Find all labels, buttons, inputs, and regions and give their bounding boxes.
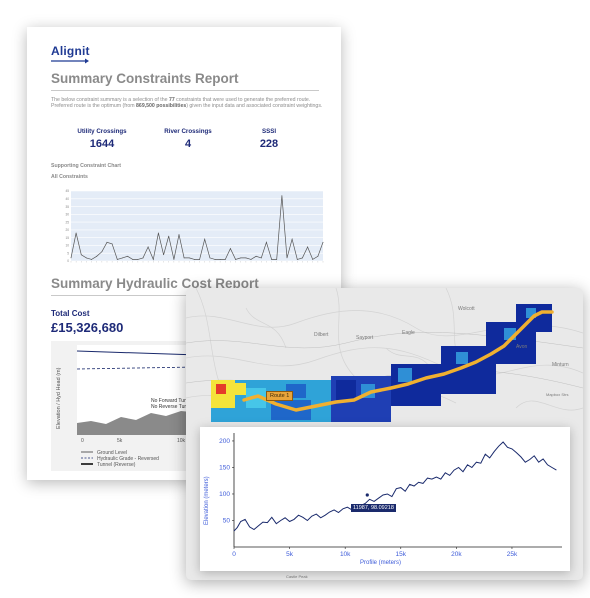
total-cost-value: £15,326,680 — [51, 320, 124, 335]
town-label-wolcott: Wolcott — [458, 306, 475, 312]
mini-ytick: 30 — [65, 213, 69, 217]
hover-point[interactable] — [365, 493, 369, 497]
town-label-minturn: Minturn — [552, 362, 569, 368]
hyd-xtick-5k: 5k — [117, 438, 123, 444]
intro-possibilities: 869,500 possibilities — [136, 103, 187, 110]
metric-label-utility: Utility Crossings — [77, 128, 127, 135]
intro-text: The below constraint summary is a select… — [51, 97, 169, 103]
elevation-profile-chart[interactable]: 50 100 150 200 0 5k 10k 15k 20k 25k — [200, 427, 570, 571]
alignit-logo: Alignit — [51, 44, 90, 58]
hover-tooltip: 11987, 98.09218 — [351, 504, 396, 512]
metric-label-river: River Crossings — [164, 128, 212, 135]
total-cost-label: Total Cost — [51, 309, 90, 318]
profile-ytick-label: 100 — [219, 491, 230, 498]
elevation-profile-panel[interactable]: 50 100 150 200 0 5k 10k 15k 20k 25k Elevation (me… — [200, 427, 570, 571]
mini-ytick: 20 — [65, 228, 69, 232]
metric-value-utility: 1644 — [89, 138, 115, 150]
profile-xtick-label: 25k — [507, 551, 518, 558]
mini-ytick: 5 — [67, 251, 69, 255]
profile-ytick-label: 200 — [219, 438, 230, 445]
route-map-window[interactable]: Dilbert Sayport Eagle Wolcott Avon Mintu… — [186, 288, 583, 580]
constraints-line-chart: 0 5 10 15 20 25 30 35 40 45 — [65, 189, 324, 263]
town-label-sayport: Sayport — [356, 335, 374, 341]
metric-value-sssi: 228 — [259, 138, 279, 150]
all-constraints-label: All Constraints — [51, 174, 88, 180]
mini-ytick: 35 — [65, 205, 69, 209]
town-label-dilbert: Dilbert — [314, 332, 329, 338]
title-divider — [51, 90, 319, 91]
profile-xtick-label: 10k — [340, 551, 351, 558]
profile-xtick-label: 20k — [451, 551, 462, 558]
hydraulic-ylabel: Elevation / Hyd Head (m) — [56, 367, 62, 429]
intro-paragraph: The below constraint summary is a select… — [51, 97, 323, 110]
town-label-eagle: Eagle — [402, 330, 415, 336]
legend-tunnel-reverse: Tunnel (Reverse) — [97, 462, 136, 468]
route-1-label[interactable]: Route 1 — [266, 391, 294, 401]
mini-ytick: 45 — [65, 189, 69, 193]
mini-ytick: 25 — [65, 220, 69, 224]
elevation-axis-label: Elevation (meters) — [204, 476, 210, 525]
profile-ytick-label: 150 — [219, 464, 230, 471]
intro-text-end: ) given the input data and associated co… — [186, 103, 323, 110]
profile-xtick-label: 15k — [396, 551, 407, 558]
elevation-series-line[interactable] — [233, 441, 557, 532]
profile-xtick-label: 5k — [286, 551, 294, 558]
profile-xtick-label: 0 — [232, 551, 236, 558]
mini-ytick: 40 — [65, 197, 69, 201]
profile-axis-label: Profile (meters) — [360, 560, 402, 566]
cost-heatmap — [211, 304, 552, 422]
constraints-report-title: Summary Constraints Report — [51, 71, 239, 86]
mini-ytick: 0 — [67, 259, 69, 263]
town-label-castle-peak: Castle Peak — [286, 574, 308, 579]
supporting-chart-title: Supporting Constraint Chart — [51, 163, 122, 169]
metric-label-sssi: SSSI — [261, 128, 277, 135]
mini-plot-area — [71, 191, 323, 261]
logo-arrow-icon — [51, 58, 89, 64]
mini-ytick: 10 — [65, 244, 69, 248]
town-label-avon: Avon — [516, 344, 528, 350]
map-attribution: Mapbox Strs — [546, 392, 569, 397]
hyd-xtick-10k: 10k — [177, 438, 186, 444]
profile-ytick-label: 50 — [223, 517, 231, 524]
hyd-xtick-0: 0 — [81, 438, 84, 444]
metric-value-river: 4 — [184, 138, 192, 150]
mini-ytick: 15 — [65, 236, 69, 240]
